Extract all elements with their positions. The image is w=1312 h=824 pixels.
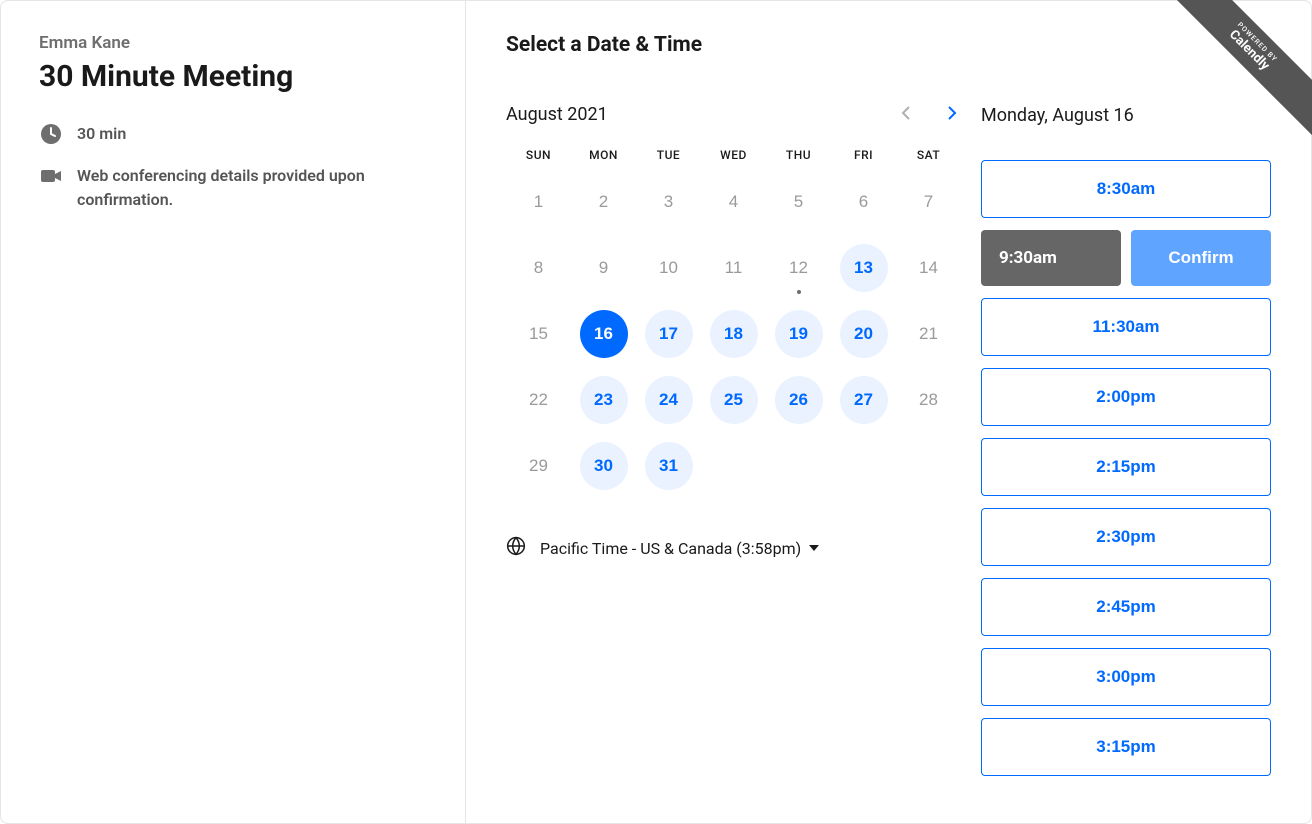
calendar-day: 1 <box>515 178 563 226</box>
calendar-day: 6 <box>840 178 888 226</box>
time-slot[interactable]: 2:15pm <box>981 438 1271 496</box>
calendar-day: 3 <box>645 178 693 226</box>
dow-label: THU <box>766 148 831 162</box>
prev-month-button[interactable] <box>897 101 915 128</box>
calendar-day: 11 <box>710 244 758 292</box>
calendar-day[interactable]: 13 <box>840 244 888 292</box>
duration-row: 30 min <box>39 122 427 146</box>
host-name: Emma Kane <box>39 33 427 53</box>
calendar-day[interactable]: 19 <box>775 310 823 358</box>
globe-icon <box>506 536 526 560</box>
chevron-right-icon <box>947 105 957 124</box>
month-label: August 2021 <box>506 104 608 125</box>
calendar-day: 2 <box>580 178 628 226</box>
time-slot[interactable]: 11:30am <box>981 298 1271 356</box>
time-slot[interactable]: 3:15pm <box>981 718 1271 776</box>
calendar-day: 9 <box>580 244 628 292</box>
calendar-day: 12 <box>775 244 823 292</box>
dow-label: SAT <box>896 148 961 162</box>
calendar-day[interactable]: 31 <box>645 442 693 490</box>
clock-icon <box>39 122 63 146</box>
today-dot-icon <box>797 290 801 294</box>
time-slot-selected: 9:30am <box>981 230 1121 286</box>
calendar-day[interactable]: 25 <box>710 376 758 424</box>
time-slot[interactable]: 3:00pm <box>981 648 1271 706</box>
event-details-panel: Emma Kane 30 Minute Meeting 30 min Web c… <box>1 1 466 823</box>
chevron-left-icon <box>901 105 911 124</box>
next-month-button[interactable] <box>943 101 961 128</box>
calendar-day: 10 <box>645 244 693 292</box>
calendar-day: 29 <box>515 442 563 490</box>
calendar-section: Select a Date & Time August 2021 <box>506 33 981 791</box>
timezone-selector[interactable]: Pacific Time - US & Canada (3:58pm) <box>506 536 961 560</box>
calendar-day[interactable]: 30 <box>580 442 628 490</box>
calendar-day[interactable]: 27 <box>840 376 888 424</box>
calendar-day: 14 <box>905 244 953 292</box>
duration-text: 30 min <box>77 122 126 146</box>
calendar-day[interactable]: 20 <box>840 310 888 358</box>
time-slot[interactable]: 2:00pm <box>981 368 1271 426</box>
dow-label: FRI <box>831 148 896 162</box>
calendar-day[interactable]: 18 <box>710 310 758 358</box>
calendar-day[interactable]: 26 <box>775 376 823 424</box>
calendar-day[interactable]: 23 <box>580 376 628 424</box>
time-slot[interactable]: 2:30pm <box>981 508 1271 566</box>
dow-label: TUE <box>636 148 701 162</box>
location-row: Web conferencing details provided upon c… <box>39 164 427 212</box>
calendar-day: 8 <box>515 244 563 292</box>
selected-date-label: Monday, August 16 <box>981 105 1271 126</box>
calendar-day: 28 <box>905 376 953 424</box>
caret-down-icon <box>809 545 819 551</box>
dow-label: MON <box>571 148 636 162</box>
time-slot[interactable]: 2:45pm <box>981 578 1271 636</box>
calendar-day[interactable]: 16 <box>580 310 628 358</box>
calendar-day[interactable]: 24 <box>645 376 693 424</box>
dow-label: SUN <box>506 148 571 162</box>
dow-label: WED <box>701 148 766 162</box>
calendar-day: 7 <box>905 178 953 226</box>
time-list[interactable]: 8:30am 9:30amConfirm 11:30am 2:00pm 2:15pm 2:… <box>981 160 1271 810</box>
time-slot[interactable]: 8:30am <box>981 160 1271 218</box>
video-icon <box>39 164 63 188</box>
section-title: Select a Date & Time <box>506 33 961 57</box>
calendar-day: 21 <box>905 310 953 358</box>
location-text: Web conferencing details provided upon c… <box>77 164 427 212</box>
calendar-day[interactable]: 17 <box>645 310 693 358</box>
calendar-day: 22 <box>515 376 563 424</box>
calendar-day: 4 <box>710 178 758 226</box>
calendar-day: 15 <box>515 310 563 358</box>
meeting-title: 30 Minute Meeting <box>39 59 427 94</box>
times-section: Monday, August 16 8:30am 9:30amConfirm 11:… <box>981 33 1271 791</box>
calendar-day: 5 <box>775 178 823 226</box>
confirm-button[interactable]: Confirm <box>1131 230 1271 286</box>
timezone-label: Pacific Time - US & Canada (3:58pm) <box>540 539 801 558</box>
